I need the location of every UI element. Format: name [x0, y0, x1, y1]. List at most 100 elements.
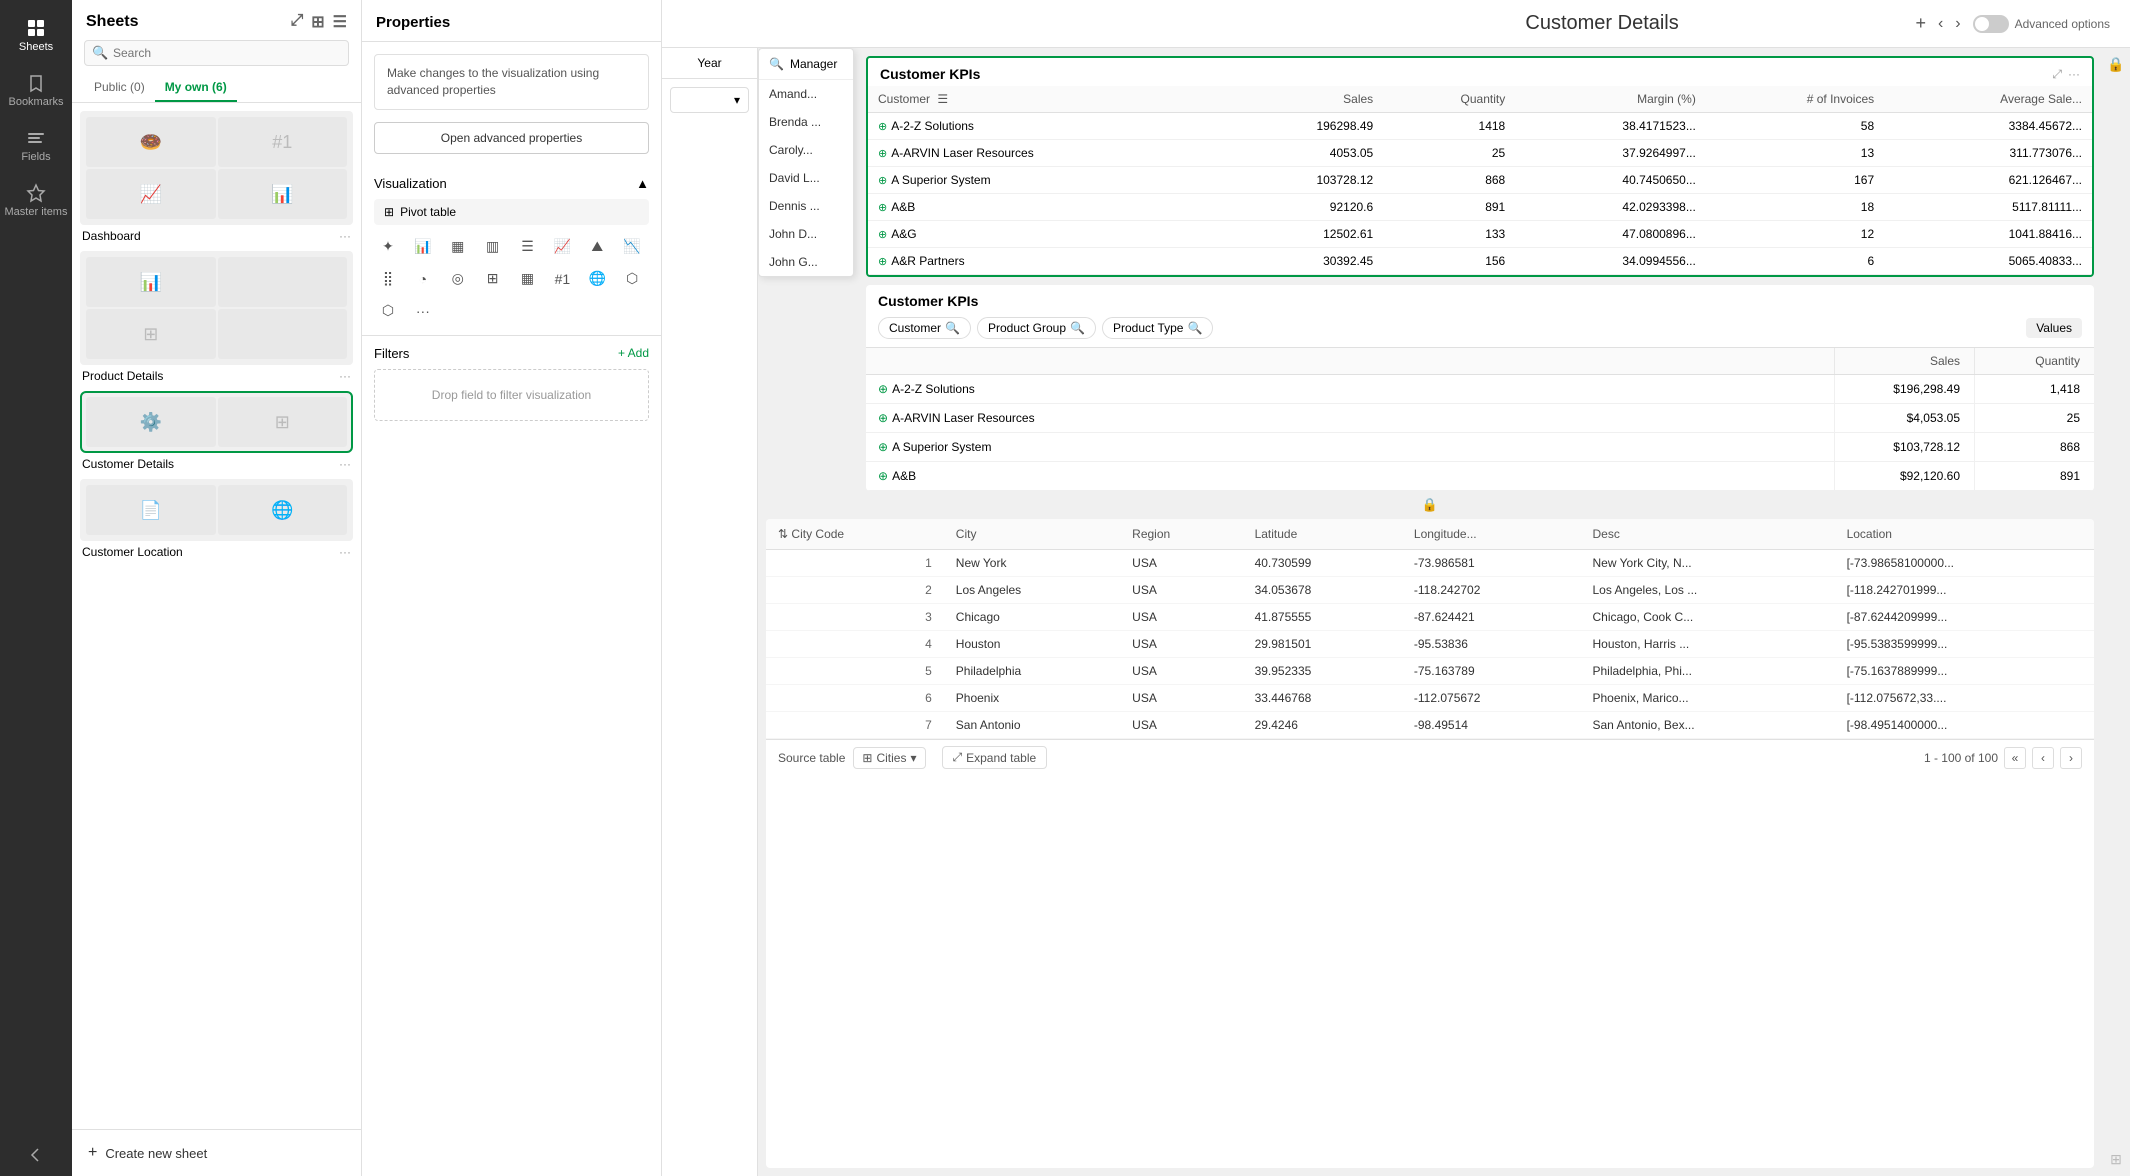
manager-item-6[interactable]: John G...	[759, 248, 853, 276]
next-page-btn[interactable]: ›	[2060, 747, 2082, 769]
pivot-expand-2[interactable]: ⊕	[878, 440, 888, 454]
sidebar-item-master[interactable]: Master items	[0, 175, 72, 226]
sheets-list: 🍩 #1 📈 📊 Dashboard ··· 📊 ⊞ Product Detai…	[72, 103, 361, 1129]
sheet-item-location[interactable]: 📄 🌐 Customer Location ···	[80, 479, 353, 559]
expand-row-4[interactable]: ⊕	[878, 229, 887, 241]
sheet-more-customer[interactable]: ···	[339, 457, 351, 471]
cell-qty-1: 25	[1383, 140, 1515, 167]
sheet-more-location[interactable]: ···	[339, 545, 351, 559]
sidebar-item-sheets[interactable]: Sheets	[0, 10, 72, 61]
sheet-item-customer[interactable]: ⚙️ ⊞ Customer Details ···	[80, 391, 353, 471]
dim-tag-customer[interactable]: Customer 🔍	[878, 317, 971, 339]
year-dropdown[interactable]: ▾	[670, 87, 749, 113]
expand-row-1[interactable]: ⊕	[878, 148, 887, 160]
main-header: Customer Details + ‹ › Advanced options	[662, 0, 2130, 48]
viz-collapse-icon[interactable]: ▲	[636, 176, 649, 191]
expand-row-0[interactable]: ⊕	[878, 121, 887, 133]
expand-row-2[interactable]: ⊕	[878, 175, 887, 187]
viz-icon-combo[interactable]: 📉	[618, 233, 646, 261]
tab-my-own[interactable]: My own (6)	[155, 74, 237, 102]
viz-icon-funnel[interactable]: ⬡	[374, 297, 402, 325]
sort-icon[interactable]: ⇅	[778, 527, 788, 541]
sheet-more-product[interactable]: ···	[339, 369, 351, 383]
viz-icon-bar[interactable]: 📊	[409, 233, 437, 261]
sidebar-back-btn[interactable]	[0, 1137, 72, 1176]
expand-row-3[interactable]: ⊕	[878, 202, 887, 214]
sheet-item-dashboard[interactable]: 🍩 #1 📈 📊 Dashboard ···	[80, 111, 353, 243]
dim-tag-product-group[interactable]: Product Group 🔍	[977, 317, 1096, 339]
filters-label: Filters	[374, 346, 409, 361]
sidebar-item-fields[interactable]: Fields	[0, 120, 72, 171]
table-row: ⊕A&G 12502.61 133 47.0800896... 12 1041.…	[868, 221, 2092, 248]
cities-table-scroll: ⇅ City Code City Region Latitude Longitu…	[766, 519, 2094, 739]
prev-page-btn[interactable]: ‹	[2032, 747, 2054, 769]
properties-title: Properties	[362, 0, 661, 42]
viz-icon-magic[interactable]: ✦	[374, 233, 402, 261]
manager-item-4[interactable]: Dennis ...	[759, 192, 853, 220]
sheet-item-product[interactable]: 📊 ⊞ Product Details ···	[80, 251, 353, 383]
kpi-pivot-table: Customer KPIs Customer 🔍 Product Group 🔍	[866, 285, 2094, 491]
kpi-resize-icon[interactable]: ⤢	[2052, 67, 2062, 82]
values-tag: Values	[2026, 318, 2082, 338]
viz-icon-line[interactable]: 📈	[548, 233, 576, 261]
thumb3: 📈	[86, 169, 216, 219]
cell-margin-4: 47.0800896...	[1515, 221, 1706, 248]
pivot-expand-1[interactable]: ⊕	[878, 411, 888, 425]
first-page-btn[interactable]: «	[2004, 747, 2026, 769]
viz-icon-area[interactable]: ⛰	[583, 233, 611, 261]
adv-props-button[interactable]: Open advanced properties	[374, 122, 649, 154]
table-row: ⊕A-2-Z Solutions 196298.49 1418 38.41715…	[868, 113, 2092, 140]
viz-icon-pivot[interactable]: ▦	[514, 265, 542, 293]
viz-type-selector[interactable]: ⊞ Pivot table	[374, 199, 649, 225]
search-input[interactable]	[84, 40, 349, 66]
col-menu-icon[interactable]: ☰	[937, 92, 948, 106]
viz-icon-kpi[interactable]: #1	[548, 265, 576, 293]
advanced-options-toggle[interactable]: Advanced options	[1973, 15, 2110, 33]
add-filter-btn[interactable]: + Add	[618, 346, 649, 360]
sheet-more-dashboard[interactable]: ···	[339, 229, 351, 243]
toggle-control[interactable]	[1973, 15, 2009, 33]
pivot-expand-3[interactable]: ⊕	[878, 469, 888, 483]
manager-item-2[interactable]: Caroly...	[759, 136, 853, 164]
kpi-menu-icon[interactable]: ···	[2068, 67, 2080, 82]
prev-btn[interactable]: ‹	[1938, 15, 1943, 33]
grid-icon[interactable]: ⊞	[311, 12, 324, 32]
year-text: Year	[670, 56, 749, 70]
search-manager-icon: 🔍	[769, 57, 784, 71]
manager-item-5[interactable]: John D...	[759, 220, 853, 248]
source-dropdown[interactable]: ⊞ Cities ▾	[853, 747, 925, 769]
viz-icon-pie[interactable]: ◔	[409, 265, 437, 293]
pivot-expand-0[interactable]: ⊕	[878, 382, 888, 396]
th-latitude: Latitude	[1243, 519, 1402, 550]
sidebar-item-bookmarks[interactable]: Bookmarks	[0, 65, 72, 116]
sidebar-bookmarks-label: Bookmarks	[8, 96, 63, 108]
expand-row-5[interactable]: ⊕	[878, 256, 887, 268]
manager-item-3[interactable]: David L...	[759, 164, 853, 192]
next-btn[interactable]: ›	[1955, 15, 1960, 33]
viz-icon-geo[interactable]: 🌐	[583, 265, 611, 293]
plus-btn[interactable]: +	[1915, 13, 1926, 34]
tab-public[interactable]: Public (0)	[84, 74, 155, 102]
expand-icon[interactable]: ⤢	[290, 12, 303, 32]
cell-qty-3: 891	[1383, 194, 1515, 221]
year-dropdown-area[interactable]: ▾	[662, 79, 757, 121]
viz-icon-group-bar[interactable]: ▦	[444, 233, 472, 261]
viz-icon-network[interactable]: ⬡	[618, 265, 646, 293]
manager-item-0[interactable]: Amand...	[759, 80, 853, 108]
manager-item-1[interactable]: Brenda ...	[759, 108, 853, 136]
viz-icon-stacked[interactable]: ▥	[479, 233, 507, 261]
cell-inv-0: 58	[1706, 113, 1884, 140]
create-sheet-btn[interactable]: + Create new sheet	[72, 1129, 361, 1176]
thumb1: 🍩	[86, 117, 216, 167]
list-icon[interactable]: ☰	[333, 12, 347, 32]
viz-icon-scatter[interactable]: ⣿	[374, 265, 402, 293]
viz-icon-more[interactable]: ···	[409, 297, 437, 325]
cell-avg-0: 3384.45672...	[1884, 113, 2092, 140]
cell-sales-1: 4053.05	[1227, 140, 1384, 167]
th-city: City	[944, 519, 1120, 550]
viz-icon-donut[interactable]: ◎	[444, 265, 472, 293]
viz-icon-table[interactable]: ⊞	[479, 265, 507, 293]
dim-tag-product-type[interactable]: Product Type 🔍	[1102, 317, 1213, 339]
viz-icon-horiz[interactable]: ☰	[514, 233, 542, 261]
expand-table-btn[interactable]: ⤢ Expand table	[942, 746, 1048, 769]
